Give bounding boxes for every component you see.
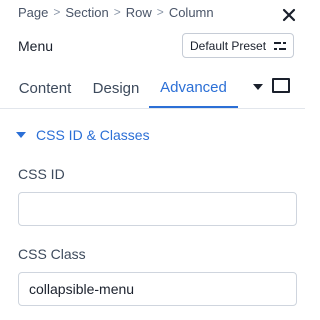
- preset-button[interactable]: Default Preset: [182, 33, 294, 58]
- tab-advanced[interactable]: Advanced: [149, 68, 238, 108]
- css-class-label: CSS Class: [18, 246, 86, 262]
- breadcrumb-row[interactable]: Row: [126, 5, 152, 20]
- tab-content[interactable]: Content: [10, 68, 80, 108]
- section-toggle[interactable]: CSS ID & Classes: [16, 125, 150, 145]
- tab-design[interactable]: Design: [85, 68, 147, 108]
- css-id-label: CSS ID: [18, 166, 65, 182]
- breadcrumb-separator: >: [53, 5, 61, 19]
- breadcrumb-separator: >: [113, 5, 121, 19]
- breadcrumb: Page > Section > Row > Column: [18, 4, 214, 20]
- preset-button-label: Default Preset: [190, 38, 267, 53]
- caret-down-icon: [16, 132, 26, 138]
- section-title: CSS ID & Classes: [36, 127, 150, 143]
- preset-icon: [274, 42, 286, 50]
- breadcrumb-page[interactable]: Page: [18, 5, 48, 20]
- settings-panel: Page > Section > Row > Column Menu Defau…: [0, 0, 305, 320]
- css-class-input[interactable]: [18, 272, 297, 306]
- close-icon[interactable]: [282, 8, 296, 22]
- panel-title: Menu: [18, 38, 54, 54]
- desktop-view-icon[interactable]: [272, 78, 290, 93]
- css-id-input[interactable]: [18, 192, 297, 226]
- caret-down-icon[interactable]: [252, 82, 264, 92]
- breadcrumb-separator: >: [156, 5, 164, 19]
- breadcrumb-section[interactable]: Section: [65, 5, 108, 20]
- breadcrumb-column[interactable]: Column: [169, 5, 214, 20]
